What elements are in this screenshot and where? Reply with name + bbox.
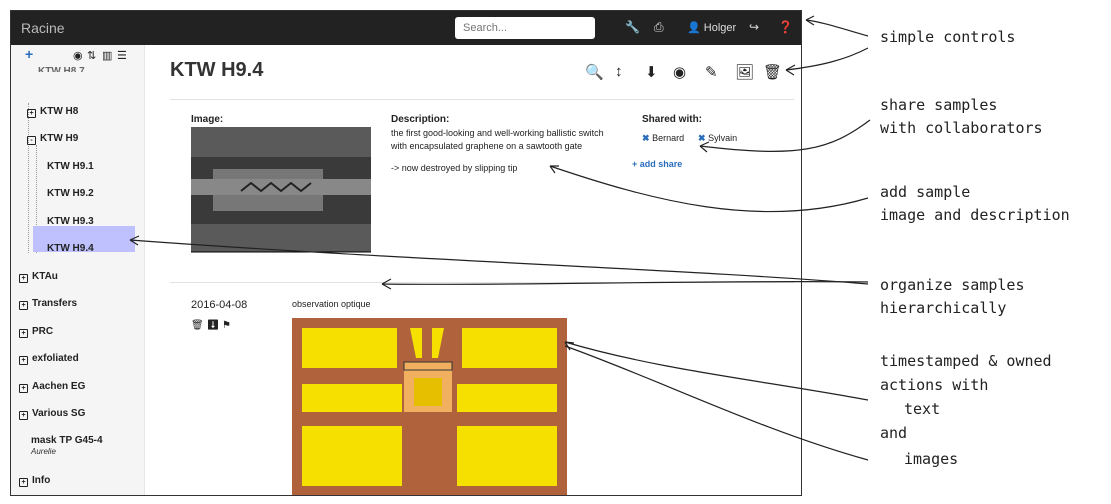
annotation-arrows — [129, 15, 871, 461]
arrow-organize-2 — [381, 280, 869, 286]
arrow-timestamped — [564, 341, 869, 401]
arrow-share — [699, 119, 871, 152]
arrow-simple-controls-top — [805, 19, 869, 37]
arrow-organize — [129, 239, 869, 285]
arrow-simple-controls-bottom — [785, 47, 869, 71]
arrow-images — [564, 345, 869, 461]
arrow-add — [549, 165, 869, 213]
